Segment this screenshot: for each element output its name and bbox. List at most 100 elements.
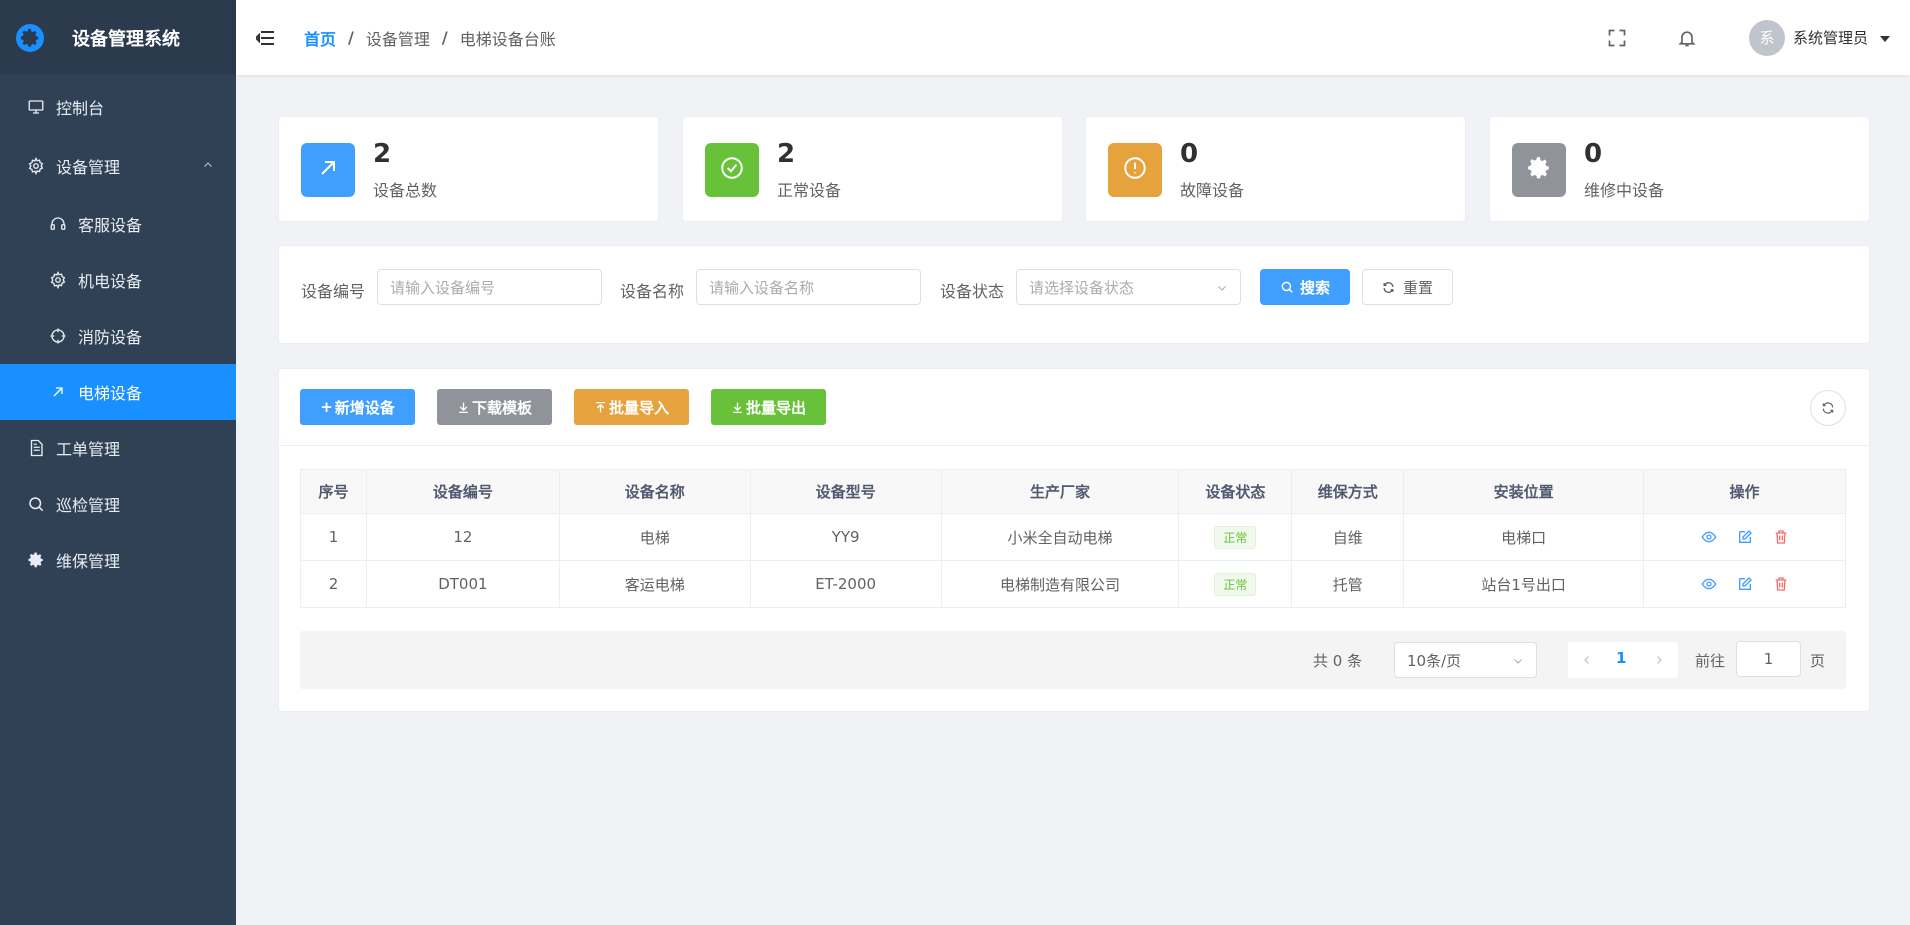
page-size-select[interactable]: 10条/页 <box>1394 642 1537 678</box>
sidebar-item-electromechanical[interactable]: 机电设备 <box>0 252 236 308</box>
upload-icon <box>594 401 607 414</box>
chevron-down-icon <box>1216 280 1228 298</box>
sidebar-item-label: 消防设备 <box>78 328 143 347</box>
fullscreen-icon[interactable] <box>1605 26 1629 50</box>
device-name-input[interactable]: 请输入设备名称 <box>696 269 921 305</box>
cell-name: 客运电梯 <box>558 560 751 608</box>
edit-icon[interactable] <box>1736 528 1754 546</box>
delete-icon[interactable] <box>1772 528 1790 546</box>
brand: 设备管理系统 <box>0 0 236 75</box>
pagination-total: 共 0 条 <box>1313 652 1363 670</box>
stat-tile <box>705 143 759 197</box>
cell-status: 正常 <box>1178 513 1293 561</box>
toolbar-divider <box>279 445 1869 446</box>
batch-export-button[interactable]: 批量导出 <box>711 389 826 425</box>
top-header: 首页 / 设备管理 / 电梯设备台账 系 系统管理员 <box>236 0 1910 75</box>
breadcrumb-device-management[interactable]: 设备管理 <box>366 26 430 50</box>
cell-status: 正常 <box>1178 560 1293 608</box>
current-page[interactable]: 1 <box>1616 649 1626 667</box>
sidebar-item-elevator[interactable]: 电梯设备 <box>0 364 236 420</box>
cell-model: ET-2000 <box>749 560 942 608</box>
search-button[interactable]: 搜索 <box>1260 269 1350 305</box>
reset-button[interactable]: 重置 <box>1362 269 1453 305</box>
headset-icon <box>48 214 68 234</box>
arrow-up-right-icon <box>48 382 68 402</box>
batch-import-button[interactable]: 批量导入 <box>574 389 689 425</box>
warning-circle-icon <box>1122 155 1148 185</box>
column-header: 设备状态 <box>1178 469 1293 514</box>
sidebar-item-customer-service[interactable]: 客服设备 <box>0 196 236 252</box>
download-icon <box>731 401 744 414</box>
avatar: 系 <box>1748 19 1785 56</box>
status-badge: 正常 <box>1214 572 1257 596</box>
device-code-placeholder: 请输入设备编号 <box>390 278 496 297</box>
sidebar-item-work-orders[interactable]: 工单管理 <box>0 420 236 476</box>
status-badge: 正常 <box>1214 525 1257 549</box>
sidebar-item-label: 电梯设备 <box>78 384 143 403</box>
search-panel: 设备编号 请输入设备编号 设备名称 请输入设备名称 设备状态 请选择设备状态 搜… <box>278 245 1870 344</box>
stat-tile <box>1512 143 1566 197</box>
breadcrumb-separator: / <box>441 28 448 47</box>
gear-outline-icon <box>48 270 68 290</box>
download-icon <box>457 401 470 414</box>
sidebar-item-device-management[interactable]: 设备管理 <box>0 136 236 196</box>
device-code-input[interactable]: 请输入设备编号 <box>377 269 602 305</box>
device-status-label: 设备状态 <box>940 282 1005 301</box>
column-header: 设备型号 <box>749 469 942 514</box>
stat-tile <box>301 143 355 197</box>
plus-icon: + <box>320 398 333 416</box>
device-status-placeholder: 请选择设备状态 <box>1029 278 1135 297</box>
column-header: 操作 <box>1643 469 1846 514</box>
username: 系统管理员 <box>1792 29 1868 47</box>
column-header: 设备编号 <box>365 469 560 514</box>
sidebar-item-label: 机电设备 <box>78 272 143 291</box>
edit-icon[interactable] <box>1736 575 1754 593</box>
delete-icon[interactable] <box>1772 575 1790 593</box>
cell-maintenance-mode: 托管 <box>1291 560 1405 608</box>
sidebar-item-label: 控制台 <box>56 99 105 118</box>
column-header: 设备名称 <box>558 469 751 514</box>
stat-value: 0 <box>1584 139 1603 169</box>
view-eye-icon[interactable] <box>1700 528 1718 546</box>
goto-page-input[interactable]: 1 <box>1736 641 1801 677</box>
user-menu[interactable]: 系 系统管理员 <box>1748 19 1890 56</box>
cell-maintenance-mode: 自维 <box>1291 513 1405 561</box>
column-header: 安装位置 <box>1403 469 1645 514</box>
chevron-up-icon <box>202 156 214 175</box>
view-eye-icon[interactable] <box>1700 575 1718 593</box>
refresh-icon <box>1821 401 1835 415</box>
sidebar-item-label: 工单管理 <box>56 440 121 459</box>
gear-outline-icon <box>26 156 46 176</box>
page-list: 1 <box>1568 642 1678 678</box>
sidebar-item-label: 客服设备 <box>78 216 143 235</box>
sidebar-item-fire[interactable]: 消防设备 <box>0 308 236 364</box>
sidebar-item-maintenance[interactable]: 维保管理 <box>0 532 236 588</box>
stat-card-normal: 2 正常设备 <box>682 116 1063 222</box>
stat-card-total: 2 设备总数 <box>278 116 659 222</box>
prev-page-icon[interactable] <box>1578 651 1596 669</box>
sidebar-item-dashboard[interactable]: 控制台 <box>0 78 236 136</box>
menu-toggle-icon[interactable] <box>256 28 276 48</box>
sidebar-item-inspection[interactable]: 巡检管理 <box>0 476 236 532</box>
cell-index: 2 <box>300 560 367 608</box>
app-title: 设备管理系统 <box>72 28 180 50</box>
cell-code: 12 <box>365 513 560 561</box>
device-status-select[interactable]: 请选择设备状态 <box>1016 269 1241 305</box>
next-page-icon[interactable] <box>1650 651 1668 669</box>
stat-label: 维修中设备 <box>1584 181 1665 200</box>
batch-import-label: 批量导入 <box>608 398 669 417</box>
bell-icon[interactable] <box>1675 26 1699 50</box>
download-template-button[interactable]: 下载模板 <box>437 389 552 425</box>
table-panel: + 新增设备 下载模板 批量导入 批量导出 序号 设备编号 设备名称 设备型号 生… <box>278 368 1870 712</box>
cell-actions <box>1643 560 1846 608</box>
device-name-placeholder: 请输入设备名称 <box>709 278 815 297</box>
stat-value: 2 <box>373 139 392 169</box>
sidebar-item-label: 巡检管理 <box>56 496 121 515</box>
caret-down-icon <box>1880 28 1890 47</box>
add-device-button[interactable]: + 新增设备 <box>300 389 415 425</box>
refresh-table-button[interactable] <box>1810 390 1846 426</box>
breadcrumb-home[interactable]: 首页 <box>304 26 336 50</box>
stat-tile <box>1108 143 1162 197</box>
search-button-label: 搜索 <box>1299 278 1330 297</box>
stat-value: 0 <box>1180 139 1199 169</box>
